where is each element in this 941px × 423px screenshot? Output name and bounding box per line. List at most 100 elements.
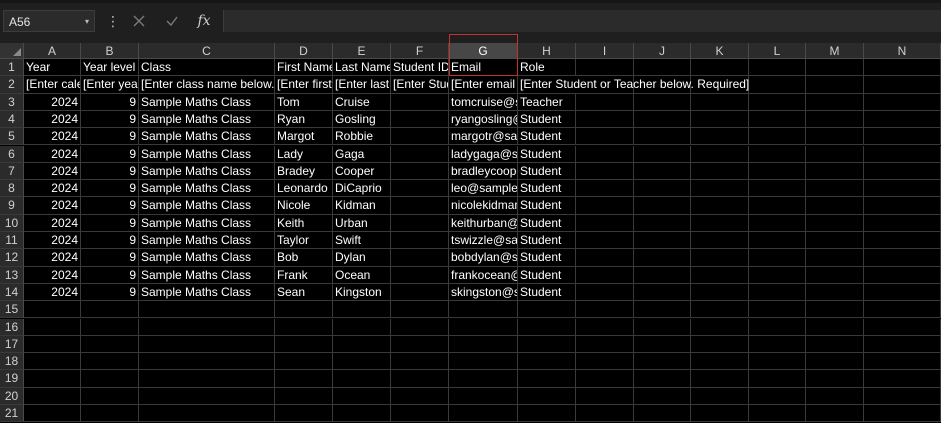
cell-l11[interactable] <box>749 232 806 250</box>
row-header-8[interactable]: 8 <box>0 180 24 198</box>
cell-e9[interactable]: Kidman <box>333 197 391 215</box>
cell-h8[interactable]: Student <box>518 180 576 198</box>
cell-i17[interactable] <box>576 335 634 354</box>
cell-n17[interactable] <box>864 335 941 354</box>
cell-k6[interactable] <box>691 145 749 163</box>
cell-l21[interactable] <box>749 405 806 423</box>
cell-e11[interactable]: Swift <box>333 232 391 250</box>
cell-n19[interactable] <box>864 370 941 388</box>
cell-g21[interactable] <box>449 405 518 423</box>
cell-n13[interactable] <box>864 266 941 284</box>
cell-h7[interactable]: Student <box>518 162 576 181</box>
cell-m21[interactable] <box>806 405 864 423</box>
cell-l6[interactable] <box>749 145 806 163</box>
cell-b17[interactable] <box>81 335 139 354</box>
cell-f21[interactable] <box>391 405 449 423</box>
cell-j4[interactable] <box>634 110 691 129</box>
cell-a5[interactable]: 2024 <box>24 128 81 146</box>
cell-k11[interactable] <box>691 232 749 250</box>
cell-j14[interactable] <box>634 283 691 302</box>
cell-g20[interactable] <box>449 387 518 405</box>
cell-d18[interactable] <box>275 353 333 371</box>
cell-e7[interactable]: Cooper <box>333 162 391 181</box>
cell-a18[interactable] <box>24 353 81 371</box>
cell-c21[interactable] <box>139 405 275 423</box>
cell-a8[interactable]: 2024 <box>24 180 81 198</box>
cell-e1[interactable]: Last Name <box>333 59 391 77</box>
cell-l10[interactable] <box>749 214 806 232</box>
cell-a17[interactable] <box>24 335 81 354</box>
cell-g6[interactable]: ladygaga@sample.com <box>449 145 518 163</box>
cell-l16[interactable] <box>749 318 806 336</box>
cell-m2[interactable] <box>806 76 864 94</box>
cell-h10[interactable]: Student <box>518 214 576 232</box>
cell-c15[interactable] <box>139 301 275 319</box>
cell-l17[interactable] <box>749 335 806 354</box>
cell-f6[interactable] <box>391 145 449 163</box>
cell-i9[interactable] <box>576 197 634 215</box>
cell-e19[interactable] <box>333 370 391 388</box>
cell-n5[interactable] <box>864 128 941 146</box>
cell-j16[interactable] <box>634 318 691 336</box>
cell-l1[interactable] <box>749 59 806 77</box>
cell-h11[interactable]: Student <box>518 232 576 250</box>
cell-l12[interactable] <box>749 249 806 267</box>
cell-k15[interactable] <box>691 301 749 319</box>
cell-k9[interactable] <box>691 197 749 215</box>
cell-f20[interactable] <box>391 387 449 405</box>
cell-i7[interactable] <box>576 162 634 181</box>
row-header-1[interactable]: 1 <box>0 59 24 77</box>
row-header-6[interactable]: 6 <box>0 145 24 163</box>
cell-k19[interactable] <box>691 370 749 388</box>
cell-h3[interactable]: Teacher <box>518 93 576 111</box>
cell-i18[interactable] <box>576 353 634 371</box>
cell-m14[interactable] <box>806 283 864 302</box>
cell-m7[interactable] <box>806 162 864 181</box>
cell-d17[interactable] <box>275 335 333 354</box>
cell-k20[interactable] <box>691 387 749 405</box>
cell-k17[interactable] <box>691 335 749 354</box>
cell-n11[interactable] <box>864 232 941 250</box>
cell-j15[interactable] <box>634 301 691 319</box>
cell-d13[interactable]: Frank <box>275 266 333 284</box>
row-header-14[interactable]: 14 <box>0 283 24 302</box>
cell-i10[interactable] <box>576 214 634 232</box>
cell-l20[interactable] <box>749 387 806 405</box>
cell-c8[interactable]: Sample Maths Class <box>139 180 275 198</box>
cell-g3[interactable]: tomcruise@sample.com <box>449 93 518 111</box>
cell-d1[interactable]: First Name <box>275 59 333 77</box>
cell-j6[interactable] <box>634 145 691 163</box>
row-header-11[interactable]: 11 <box>0 232 24 250</box>
cell-k13[interactable] <box>691 266 749 284</box>
cell-h12[interactable]: Student <box>518 249 576 267</box>
cell-l15[interactable] <box>749 301 806 319</box>
cell-i4[interactable] <box>576 110 634 129</box>
cell-h1[interactable]: Role <box>518 59 576 77</box>
cell-d21[interactable] <box>275 405 333 423</box>
cell-m9[interactable] <box>806 197 864 215</box>
cell-m15[interactable] <box>806 301 864 319</box>
cell-b9[interactable]: 9 <box>81 197 139 215</box>
cell-g8[interactable]: leo@sample.com <box>449 180 518 198</box>
cell-j9[interactable] <box>634 197 691 215</box>
cell-a12[interactable]: 2024 <box>24 249 81 267</box>
cell-k18[interactable] <box>691 353 749 371</box>
cell-j12[interactable] <box>634 249 691 267</box>
cell-b15[interactable] <box>81 301 139 319</box>
cell-j1[interactable] <box>634 59 691 77</box>
cell-k7[interactable] <box>691 162 749 181</box>
formula-input[interactable] <box>223 10 941 32</box>
cell-m16[interactable] <box>806 318 864 336</box>
row-header-15[interactable]: 15 <box>0 301 24 319</box>
cell-i19[interactable] <box>576 370 634 388</box>
cell-e3[interactable]: Cruise <box>333 93 391 111</box>
cancel-icon[interactable] <box>127 9 151 33</box>
cell-b1[interactable]: Year level <box>81 59 139 77</box>
row-header-9[interactable]: 9 <box>0 197 24 215</box>
cell-a10[interactable]: 2024 <box>24 214 81 232</box>
cell-f3[interactable] <box>391 93 449 111</box>
cell-m3[interactable] <box>806 93 864 111</box>
cell-a2[interactable]: [Enter calendar year below] <box>24 76 81 94</box>
cell-e17[interactable] <box>333 335 391 354</box>
column-header-l[interactable]: L <box>749 43 806 59</box>
